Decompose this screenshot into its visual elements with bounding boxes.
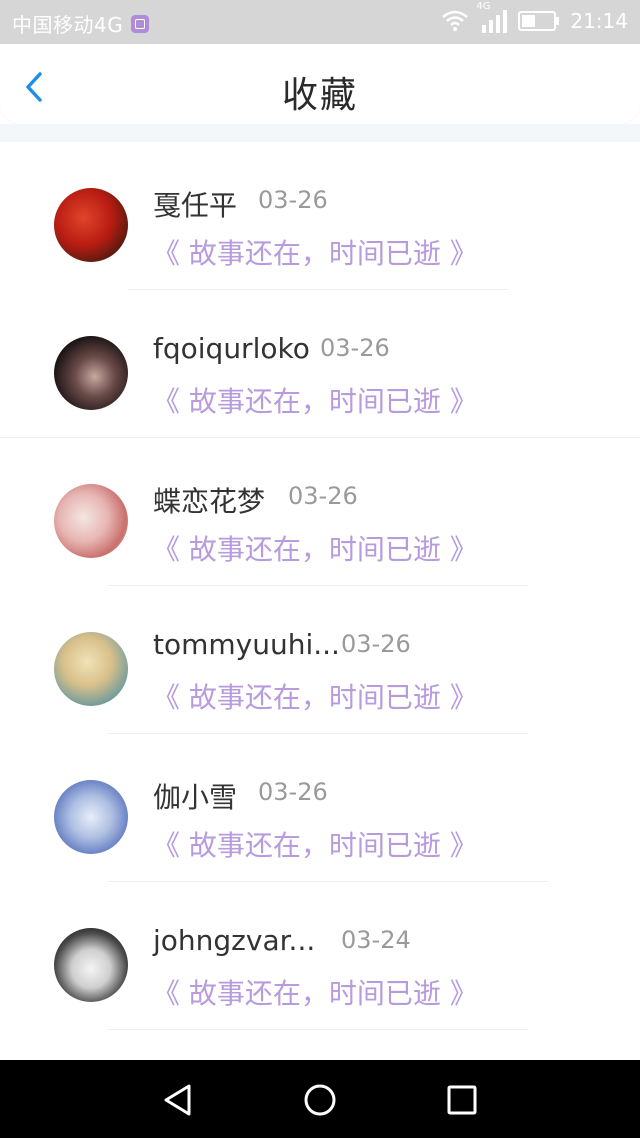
back-triangle-icon[interactable] [160,1082,196,1118]
page-title: 收藏 [281,75,358,116]
user-name[interactable]: 戛任平 [153,184,237,224]
work-title-link[interactable]: 《 故事还在，时间已逝 》 [152,972,478,1012]
status-bar: 中国移动4G 4G 21:14 [0,0,640,44]
date-label: 03-26 [258,778,328,806]
user-name[interactable]: 蝶恋花梦 [153,480,265,520]
app-header: 收藏 [0,44,640,124]
signal-icon [482,10,508,33]
avatar[interactable] [54,188,128,262]
user-name[interactable]: fqoiqurloko [153,332,310,365]
app-notification-icon [131,14,150,33]
work-title-link[interactable]: 《 故事还在，时间已逝 》 [152,380,478,420]
work-title-link[interactable]: 《 故事还在，时间已逝 》 [152,676,478,716]
list-item[interactable]: tommyuuhi... 03-26 《 故事还在，时间已逝 》 [0,586,640,734]
list-item[interactable]: 伽小雪 03-26 《 故事还在，时间已逝 》 [0,734,640,882]
favorites-list: 戛任平 03-26 《 故事还在，时间已逝 》 fqoiqurloko 03-2… [0,142,640,1030]
user-name[interactable]: tommyuuhi... [153,628,340,661]
date-label: 03-26 [320,334,390,362]
date-label: 03-26 [258,186,328,214]
system-nav-bar [0,1060,640,1138]
divider [108,1029,528,1030]
work-title-link[interactable]: 《 故事还在，时间已逝 》 [152,232,478,272]
user-name[interactable]: johngzvar... [153,924,315,957]
work-title-link[interactable]: 《 故事还在，时间已逝 》 [152,824,478,864]
clock: 21:14 [570,9,628,33]
work-title-link[interactable]: 《 故事还在，时间已逝 》 [152,528,478,568]
date-label: 03-26 [341,630,411,658]
battery-icon [518,11,560,31]
list-item[interactable]: fqoiqurloko 03-26 《 故事还在，时间已逝 》 [0,290,640,438]
avatar[interactable] [54,780,128,854]
home-circle-icon[interactable] [302,1082,338,1118]
avatar[interactable] [54,928,128,1002]
avatar[interactable] [54,632,128,706]
avatar[interactable] [54,484,128,558]
list-item[interactable]: johngzvar... 03-24 《 故事还在，时间已逝 》 [0,882,640,1030]
header-separator [0,124,640,142]
wifi-icon [442,10,469,31]
avatar[interactable] [54,336,128,410]
date-label: 03-26 [288,482,358,510]
list-item[interactable]: 蝶恋花梦 03-26 《 故事还在，时间已逝 》 [0,438,640,586]
recents-square-icon[interactable] [444,1082,480,1118]
list-item[interactable]: 戛任平 03-26 《 故事还在，时间已逝 》 [0,142,640,290]
date-label: 03-24 [341,926,411,954]
user-name[interactable]: 伽小雪 [153,776,237,816]
carrier-label: 中国移动4G [12,13,124,37]
